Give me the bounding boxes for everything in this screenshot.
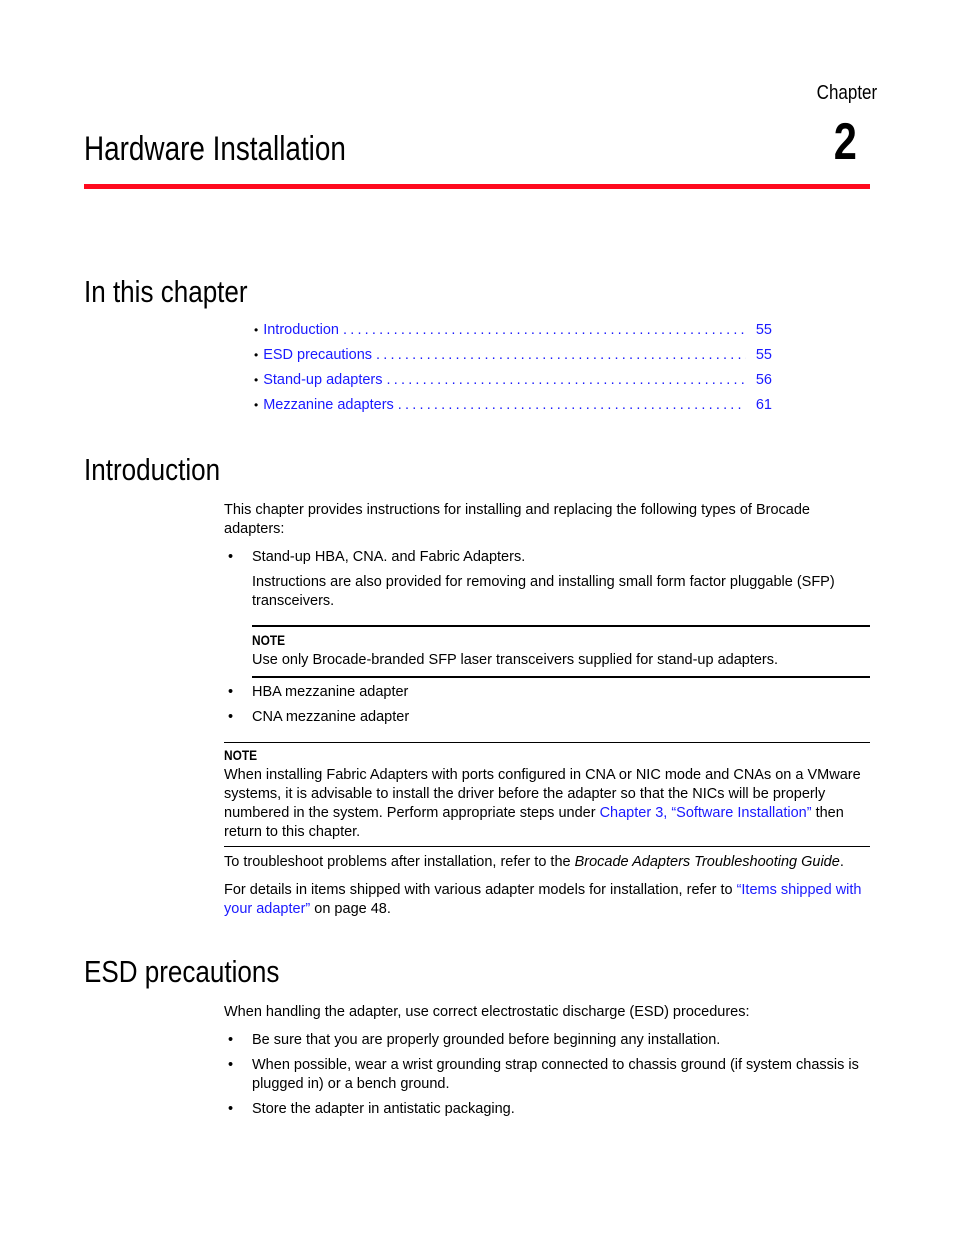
toc-item-page[interactable]: 61: [750, 397, 772, 413]
list-item-text: Be sure that you are properly grounded b…: [252, 1032, 721, 1048]
toc-item-label[interactable]: Introduction: [263, 322, 339, 338]
introduction-heading: Introduction: [84, 452, 221, 487]
note-box: NOTE When installing Fabric Adapters wit…: [224, 742, 870, 847]
toc-leader-dots: ........................................…: [342, 322, 746, 338]
bullet-icon: •: [228, 1101, 234, 1117]
note-label: NOTE: [252, 632, 286, 648]
note-box: NOTE Use only Brocade-branded SFP laser …: [252, 625, 870, 678]
chapter-number: 2: [833, 113, 857, 171]
bullet-icon: •: [228, 1032, 234, 1048]
esd-intro-paragraph: When handling the adapter, use correct e…: [224, 1004, 750, 1020]
toc-item-stand-up-adapters[interactable]: • Stand-up adapters ....................…: [254, 372, 772, 397]
software-installation-link[interactable]: Chapter 3, “Software Installation”: [600, 805, 812, 821]
introduction-paragraph: This chapter provides instructions for i…: [224, 502, 810, 537]
toc-leader-dots: ........................................…: [397, 397, 746, 413]
list-item-text: When possible, wear a wrist grounding st…: [252, 1057, 859, 1092]
bullet-icon: •: [228, 549, 234, 565]
chapter-title-rule: [84, 184, 870, 189]
toc-item-esd-precautions[interactable]: • ESD precautions ......................…: [254, 347, 772, 372]
bullet-icon: •: [228, 1057, 234, 1073]
chapter-label: Chapter: [816, 82, 877, 104]
note-text: When installing Fabric Adapters with por…: [224, 766, 870, 842]
list-item-text: Store the adapter in antistatic packagin…: [252, 1101, 515, 1117]
text: For details in items shipped with variou…: [224, 882, 737, 898]
bullet-icon: •: [254, 348, 259, 362]
list-item-text: HBA mezzanine adapter: [252, 684, 409, 700]
toc-item-page[interactable]: 55: [750, 347, 772, 363]
toc-leader-dots: ........................................…: [386, 372, 746, 388]
sfp-paragraph: Instructions are also provided for remov…: [252, 574, 835, 609]
bullet-icon: •: [254, 398, 259, 412]
troubleshoot-paragraph: To troubleshoot problems after installat…: [224, 853, 870, 872]
bullet-icon: •: [228, 684, 234, 700]
toc-leader-dots: ........................................…: [376, 347, 746, 363]
list-item-text: Stand-up HBA, CNA. and Fabric Adapters.: [252, 549, 526, 565]
toc-item-label[interactable]: Stand-up adapters: [263, 372, 382, 388]
toc-item-label[interactable]: Mezzanine adapters: [263, 397, 394, 413]
text: To troubleshoot problems after installat…: [224, 854, 575, 870]
esd-precautions-heading: ESD precautions: [84, 954, 280, 989]
bullet-icon: •: [228, 709, 234, 725]
toc-item-page[interactable]: 55: [750, 322, 772, 338]
toc-item-mezzanine-adapters[interactable]: • Mezzanine adapters ...................…: [254, 397, 772, 422]
toc-item-page[interactable]: 56: [750, 372, 772, 388]
toc-item-introduction[interactable]: • Introduction .........................…: [254, 322, 772, 347]
bullet-icon: •: [254, 373, 259, 387]
text: on page 48.: [310, 901, 391, 917]
details-paragraph: For details in items shipped with variou…: [224, 881, 870, 919]
list-item-text: CNA mezzanine adapter: [252, 709, 410, 725]
in-this-chapter-heading: In this chapter: [84, 274, 248, 309]
chapter-title: Hardware Installation: [84, 130, 346, 168]
note-label: NOTE: [224, 747, 258, 763]
bullet-icon: •: [254, 323, 259, 337]
note-text: Use only Brocade-branded SFP laser trans…: [252, 652, 779, 668]
guide-title: Brocade Adapters Troubleshooting Guide: [574, 854, 840, 870]
chapter-toc: • Introduction .........................…: [254, 322, 772, 422]
text: .: [839, 854, 844, 870]
toc-item-label[interactable]: ESD precautions: [263, 347, 372, 363]
